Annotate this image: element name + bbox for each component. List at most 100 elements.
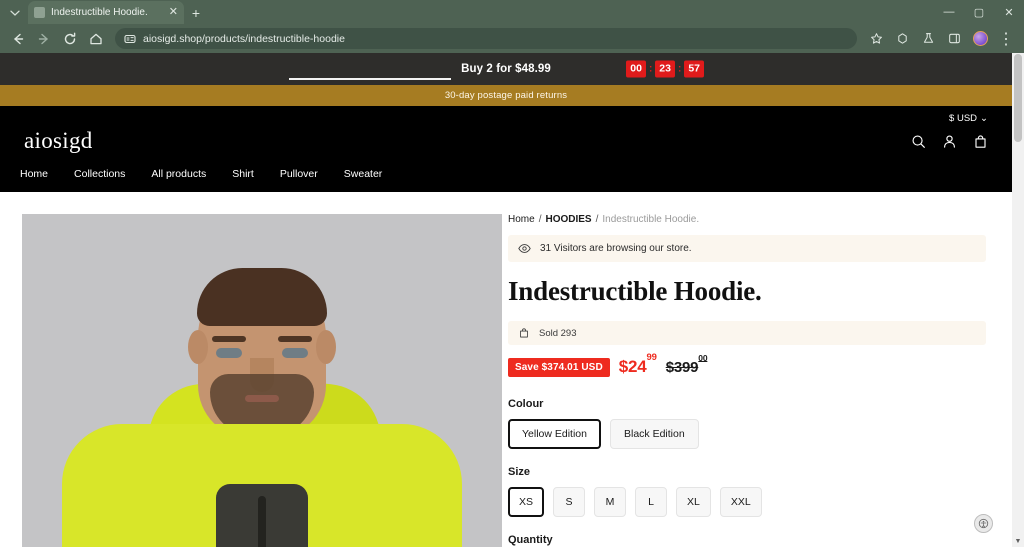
site-logo[interactable]: aiosigd — [24, 128, 93, 154]
nav-item-shirt[interactable]: Shirt — [232, 168, 254, 180]
size-option-xs[interactable]: XS — [508, 487, 545, 517]
returns-text: 30-day postage paid returns — [444, 90, 568, 101]
bag-icon[interactable] — [973, 134, 988, 149]
returns-bar: 30-day postage paid returns — [0, 85, 1012, 106]
maximize-button[interactable]: ▢ — [964, 0, 994, 24]
eye-icon — [518, 244, 531, 253]
profile-avatar[interactable] — [968, 27, 992, 51]
current-price-dollars: $24 — [618, 357, 647, 376]
model-eye-right — [282, 348, 308, 358]
current-price-cents: 99 — [646, 352, 657, 364]
countdown-hours: 00 — [626, 60, 646, 78]
site-settings-icon[interactable] — [124, 33, 136, 45]
site-nav: Home Collections All products Shirt Pull… — [0, 168, 1012, 192]
tab-close-icon[interactable]: ✕ — [169, 7, 178, 18]
compare-price-dollars: $399 — [665, 359, 699, 376]
minimize-button[interactable]: — — [934, 0, 964, 24]
nav-item-all-products[interactable]: All products — [151, 168, 206, 180]
breadcrumb-separator-2: / — [595, 214, 599, 225]
tab-search-icon[interactable] — [2, 2, 28, 24]
page-scrollbar[interactable]: ▲ ▼ — [1012, 53, 1024, 547]
web-page: Buy 2 for $48.99 00 : 23 : 57 30-day pos… — [0, 53, 1012, 547]
bag-icon — [520, 328, 528, 338]
scrollbar-thumb[interactable] — [1014, 54, 1022, 142]
nav-item-pullover[interactable]: Pullover — [280, 168, 318, 180]
tab-favicon — [34, 7, 45, 18]
close-window-button[interactable]: ✕ — [994, 0, 1024, 24]
visitors-text: 31 Visitors are browsing our store. — [540, 243, 692, 254]
model-ear-right — [316, 330, 336, 364]
countdown-timer: 00 : 23 : 57 — [626, 60, 704, 78]
model-eye-left — [216, 348, 242, 358]
model-brow-left — [212, 336, 246, 342]
announcement-text: Buy 2 for $48.99 — [461, 63, 551, 75]
size-label: Size — [508, 466, 531, 478]
compare-price: $39900 — [665, 353, 708, 376]
side-panel-icon[interactable] — [942, 27, 966, 51]
reload-icon[interactable] — [58, 27, 82, 51]
breadcrumb-current: Indestructible Hoodie. — [602, 214, 700, 225]
size-option-l[interactable]: L — [635, 487, 668, 517]
announcement-underline — [289, 78, 451, 80]
price-row: Save $374.01 USD $2499 $39900 — [508, 352, 986, 377]
tab-strip: Indestructible Hoodie. ✕ + — ▢ ✕ — [0, 0, 1024, 24]
header-icon-group — [911, 134, 988, 149]
compare-price-cents: 00 — [698, 353, 708, 364]
breadcrumb-separator-1: / — [538, 214, 542, 225]
site-header: $ USD ⌄ aiosigd Home Collections All pro… — [0, 106, 1012, 192]
size-option-xl[interactable]: XL — [676, 487, 711, 517]
chevron-down-icon: ⌄ — [980, 112, 988, 124]
tab-title: Indestructible Hoodie. — [51, 7, 148, 18]
currency-selector[interactable]: $ USD ⌄ — [949, 113, 988, 124]
colour-option-yellow-edition[interactable]: Yellow Edition — [508, 419, 601, 449]
browser-menu-icon[interactable]: ⋮ — [994, 27, 1018, 51]
breadcrumb-home[interactable]: Home — [508, 214, 535, 225]
nav-item-home[interactable]: Home — [20, 168, 48, 180]
sold-text: Sold 293 — [539, 327, 577, 339]
model-photo — [22, 214, 502, 547]
model-brow-right — [278, 336, 312, 342]
new-tab-button[interactable]: + — [184, 2, 208, 24]
announcement-bar: Buy 2 for $48.99 00 : 23 : 57 — [0, 53, 1012, 85]
nav-item-collections[interactable]: Collections — [74, 168, 125, 180]
countdown-minutes: 23 — [655, 60, 675, 78]
page-title: Indestructible Hoodie. — [508, 276, 762, 306]
countdown-separator-2: : — [677, 63, 682, 75]
colour-option-black-edition[interactable]: Black Edition — [610, 419, 699, 449]
size-option-m[interactable]: M — [594, 487, 627, 517]
nav-item-sweater[interactable]: Sweater — [344, 168, 383, 180]
current-price: $2499 — [618, 352, 657, 377]
extensions-icon[interactable] — [890, 27, 914, 51]
product-image[interactable] — [22, 214, 502, 547]
header-main: aiosigd — [0, 124, 1012, 168]
window-controls: — ▢ ✕ — [934, 0, 1024, 24]
colour-label: Colour — [508, 398, 544, 410]
account-icon[interactable] — [942, 134, 957, 149]
colour-option-group: Colour Yellow Edition Black Edition — [508, 398, 986, 449]
address-bar[interactable]: aiosigd.shop/products/indestructible-hoo… — [115, 28, 857, 49]
sold-banner: Sold 293 — [508, 321, 986, 345]
size-swatches: XS S M L XL XXL — [508, 487, 986, 517]
model-mouth — [245, 395, 279, 402]
breadcrumb-category[interactable]: HOODIES — [545, 214, 591, 225]
back-icon[interactable] — [6, 27, 30, 51]
lab-flask-icon[interactable] — [916, 27, 940, 51]
countdown-separator-1: : — [648, 63, 653, 75]
avatar — [972, 31, 988, 46]
save-badge: Save $374.01 USD — [508, 357, 610, 377]
page-viewport: Buy 2 for $48.99 00 : 23 : 57 30-day pos… — [0, 53, 1024, 547]
bookmark-star-icon[interactable] — [864, 27, 888, 51]
accessibility-icon[interactable] — [974, 514, 993, 533]
size-option-xxl[interactable]: XXL — [719, 487, 762, 517]
home-icon[interactable] — [84, 27, 108, 51]
search-icon[interactable] — [911, 134, 926, 149]
size-option-s[interactable]: S — [553, 487, 586, 517]
hoodie-zipper — [258, 496, 266, 547]
model-hair — [197, 268, 327, 326]
product-section: Home / HOODIES / Indestructible Hoodie. … — [0, 192, 1012, 547]
scroll-down-arrow[interactable]: ▼ — [1012, 535, 1024, 547]
product-gallery — [0, 214, 502, 547]
browser-tab[interactable]: Indestructible Hoodie. ✕ — [28, 1, 184, 24]
model-ear-left — [188, 330, 208, 364]
quantity-label: Quantity — [508, 534, 553, 546]
